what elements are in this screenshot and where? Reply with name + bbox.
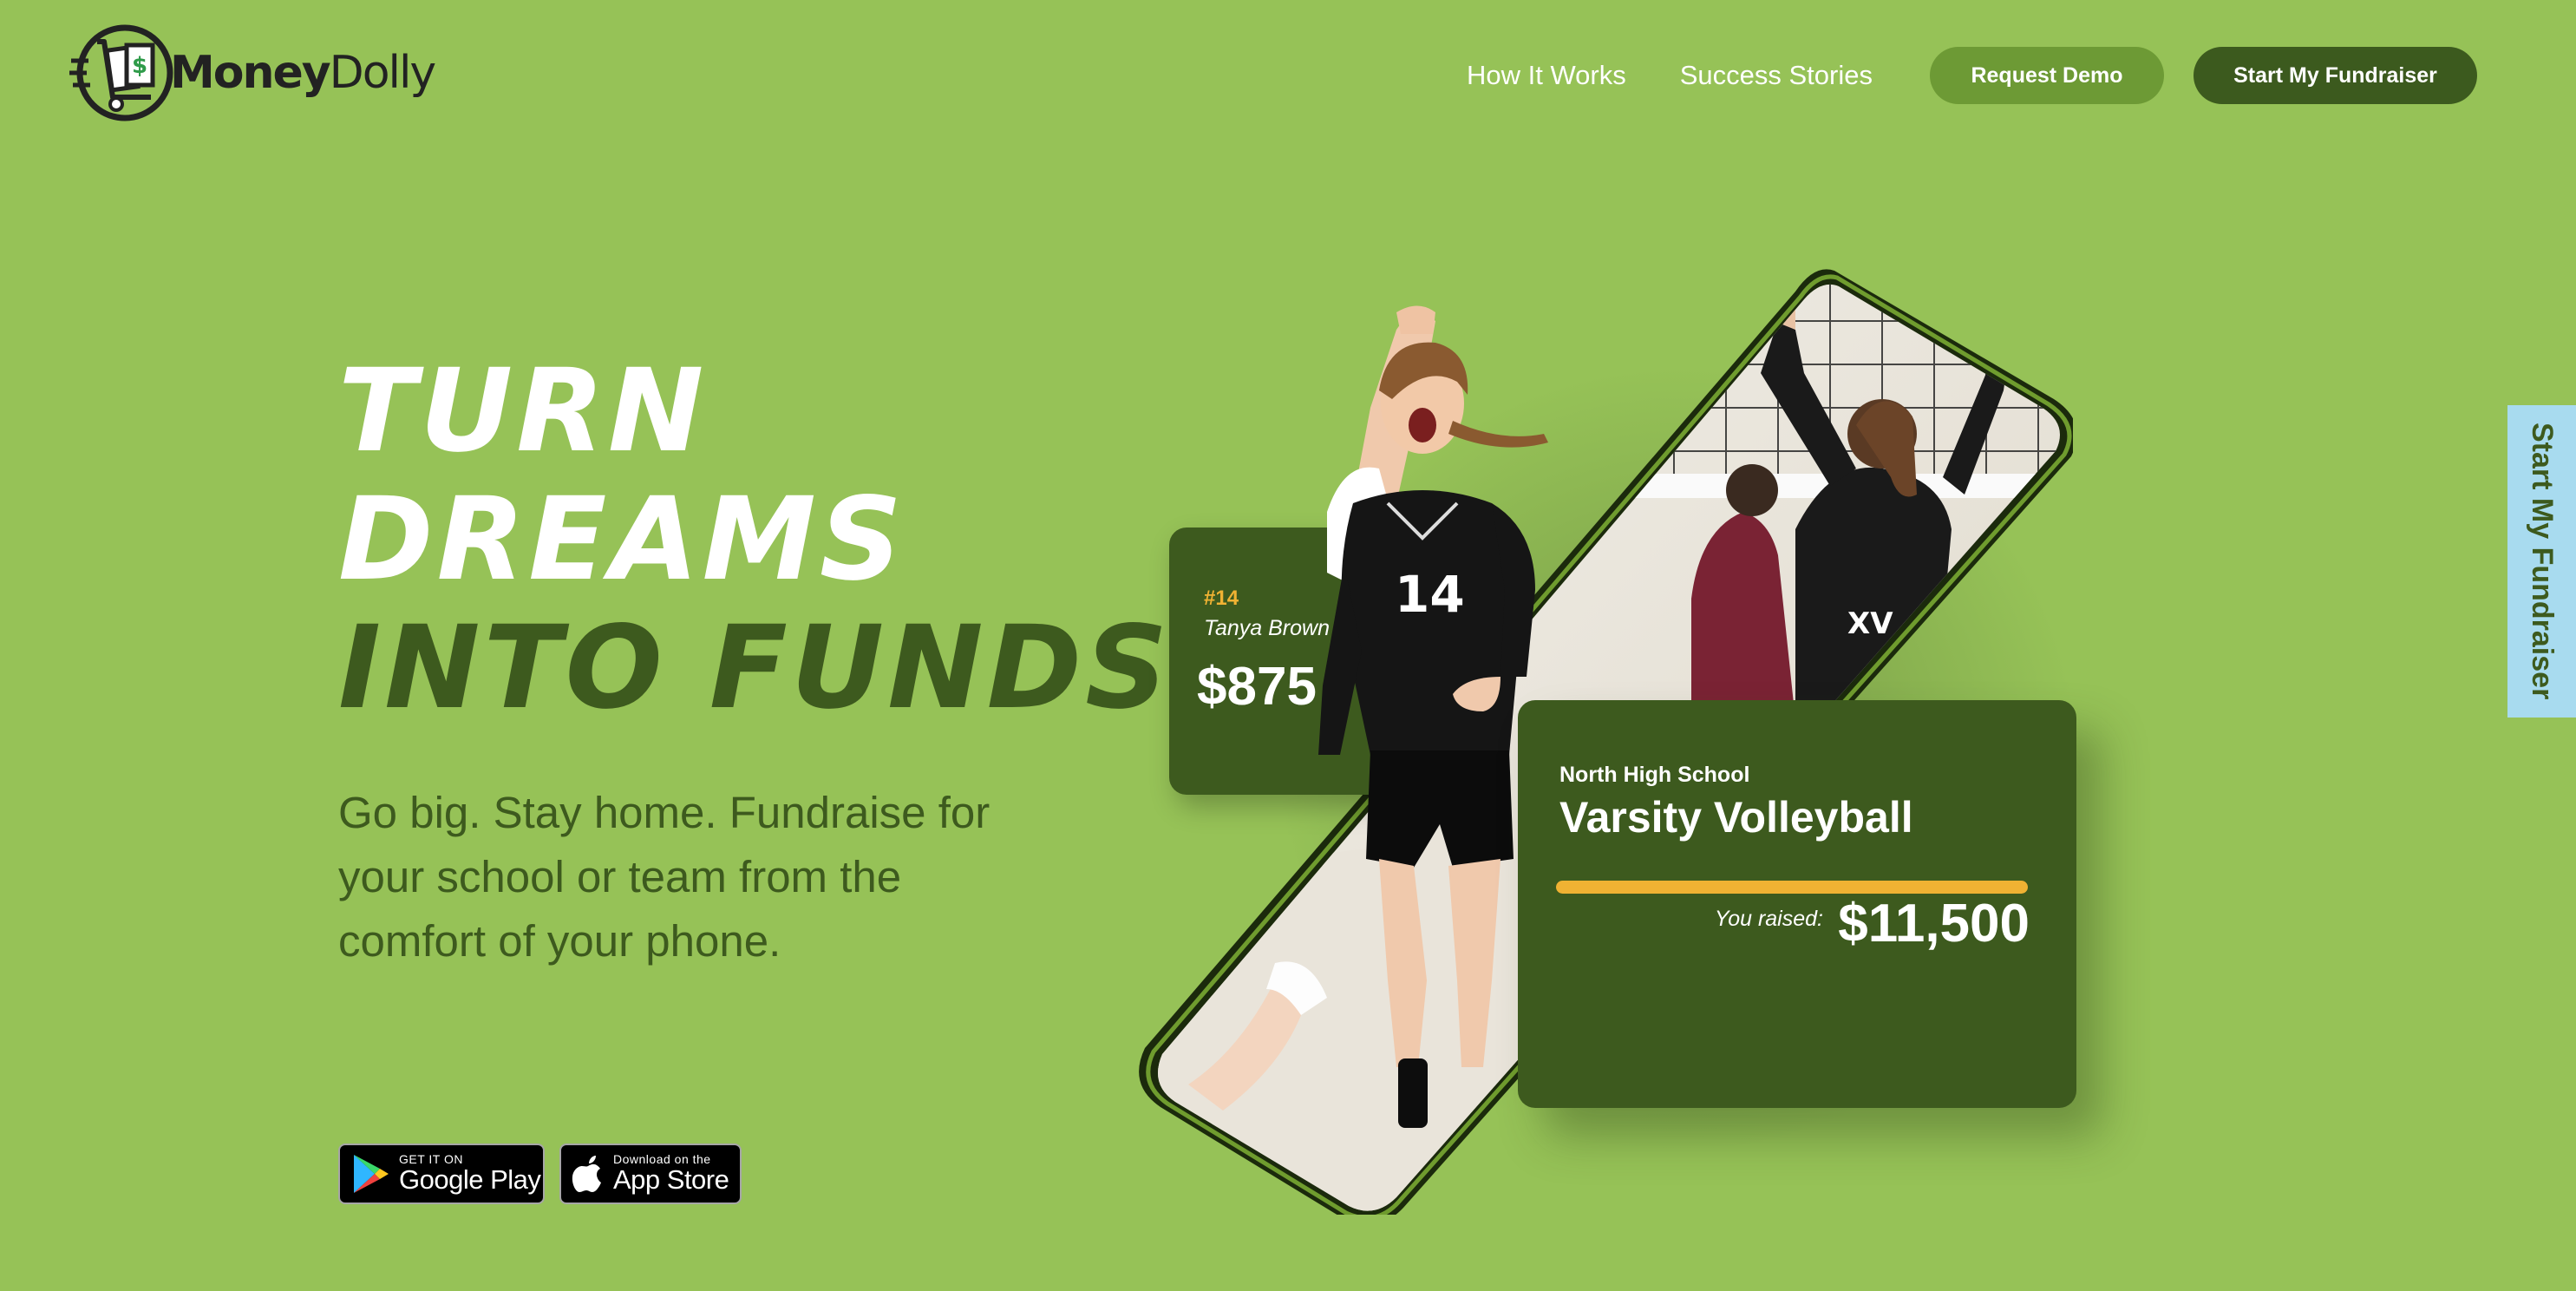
google-play-icon (354, 1155, 389, 1193)
team-name: Varsity Volleyball (1559, 793, 1913, 842)
start-fundraiser-button[interactable]: Start My Fundraiser (2194, 47, 2477, 104)
nav-link-how-it-works[interactable]: How It Works (1467, 60, 1626, 91)
player-number: #14 (1204, 587, 1239, 610)
nav-link-success-stories[interactable]: Success Stories (1680, 60, 1873, 91)
start-fundraiser-side-tab[interactable]: Start My Fundraiser (2507, 405, 2576, 718)
google-play-small-text: GET IT ON (399, 1152, 463, 1166)
fundraiser-progress-bar (1556, 881, 2028, 894)
fundraiser-progress-fill (1556, 881, 2028, 894)
app-store-small-text: Download on the (613, 1152, 711, 1166)
google-play-badge[interactable]: GET IT ON Google Play (338, 1144, 545, 1204)
school-name: North High School (1559, 763, 1750, 787)
google-play-big-text: Google Play (399, 1164, 541, 1195)
main-nav: How It Works Success Stories Request Dem… (1467, 47, 2477, 104)
raised-amount: $11,500 (1838, 894, 2030, 954)
athlete-jersey-number: 14 (1395, 565, 1465, 624)
hero-subtitle: Go big. Stay home. Fundraise for your sc… (338, 788, 991, 966)
apple-icon (572, 1156, 601, 1192)
brand-wordmark: MoneyDolly (170, 47, 436, 99)
raised-label: You raised: (1714, 907, 1823, 931)
headline-line-2: Dreams (338, 473, 906, 606)
app-store-badge[interactable]: Download on the App Store (559, 1144, 742, 1204)
team-fundraiser-card[interactable]: North High School Varsity Volleyball You… (1518, 700, 2076, 1108)
teammate-jersey-number: XV (1847, 606, 1893, 641)
side-tab-label: Start My Fundraiser (2526, 423, 2559, 700)
svg-text:$: $ (132, 53, 147, 79)
app-store-big-text: App Store (613, 1164, 729, 1195)
brand-logo[interactable]: $ MoneyDolly (68, 23, 436, 123)
headline-line-1: Turn (338, 344, 708, 478)
headline-line-3: Into Funds (338, 601, 1172, 735)
money-dolly-cart-icon: $ (69, 24, 173, 121)
hero-headline: Turn Dreams Into Funds (338, 347, 1171, 732)
request-demo-button[interactable]: Request Demo (1930, 47, 2164, 104)
